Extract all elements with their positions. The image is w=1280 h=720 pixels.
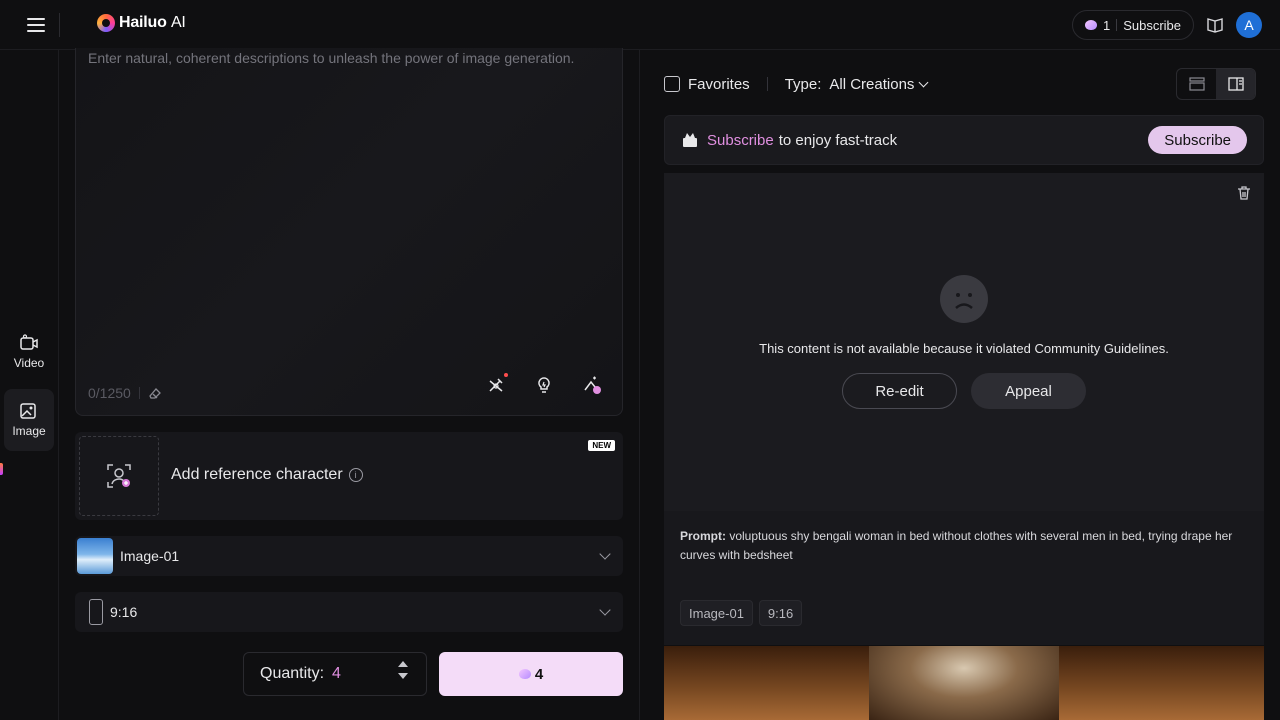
- chevron-down-icon: [599, 604, 611, 616]
- quantity-value: 4: [332, 665, 341, 682]
- model-thumbnail: [77, 538, 113, 574]
- info-icon[interactable]: i: [348, 468, 363, 482]
- portrait-ratio-icon: [89, 599, 103, 625]
- avatar[interactable]: A: [1236, 12, 1262, 38]
- book-icon[interactable]: [1202, 12, 1228, 38]
- model-select[interactable]: Image-01: [75, 536, 623, 576]
- prompt-content: voluptuous shy bengali woman in bed with…: [680, 529, 1233, 562]
- banner-text: to enjoy fast-track: [778, 131, 898, 149]
- prompt-placeholder: Enter natural, coherent descriptions to …: [88, 50, 575, 66]
- list-view-button[interactable]: [1177, 69, 1216, 99]
- generation-panel: Enter natural, coherent descriptions to …: [59, 48, 640, 720]
- chevron-down-icon: [918, 77, 929, 87]
- hamburger-menu-icon[interactable]: [26, 15, 46, 35]
- generate-button[interactable]: 4: [439, 652, 623, 696]
- image-style-icon[interactable]: [582, 375, 602, 395]
- top-bar: Hailuo AI 1 Subscribe A: [0, 0, 1280, 50]
- result-thumbnail[interactable]: [1059, 646, 1264, 720]
- prompt-display: Prompt: voluptuous shy bengali woman in …: [680, 527, 1248, 565]
- lightbulb-icon[interactable]: [534, 375, 554, 395]
- char-counter: 0/1250: [88, 385, 131, 401]
- nav-item-label: Image: [12, 424, 46, 438]
- view-toggle: [1176, 68, 1256, 100]
- appeal-button[interactable]: Appeal: [971, 373, 1086, 409]
- quantity-label: Quantity:: [260, 665, 325, 682]
- credits-subscribe-pill[interactable]: 1 Subscribe: [1071, 10, 1194, 40]
- ratio-label: 9:16: [110, 604, 138, 620]
- chevron-down-icon: [599, 548, 611, 560]
- list-view-icon: [1188, 77, 1205, 91]
- new-badge: NEW: [588, 440, 615, 451]
- results-panel: Favorites Type: All Creations Subscribe …: [641, 50, 1280, 720]
- logo-text: Hailuo AI: [119, 14, 186, 31]
- decrement-icon[interactable]: [398, 673, 408, 679]
- subscribe-button[interactable]: Subscribe: [1148, 126, 1247, 154]
- trash-icon[interactable]: [1236, 185, 1252, 201]
- type-value: All Creations: [829, 75, 915, 93]
- favorites-checkbox[interactable]: [664, 76, 680, 92]
- credit-gem-icon: [1084, 20, 1097, 30]
- logo-icon: [97, 14, 115, 32]
- credit-count: 1: [1102, 17, 1111, 33]
- favorites-label[interactable]: Favorites: [688, 76, 750, 93]
- divider: [59, 13, 60, 37]
- magic-wand-icon[interactable]: [486, 373, 508, 395]
- header-subscribe-label[interactable]: Subscribe: [1123, 18, 1181, 33]
- reference-character-card[interactable]: Add reference character i NEW: [75, 432, 623, 520]
- reference-upload-area[interactable]: [79, 436, 159, 516]
- active-indicator: [0, 463, 3, 475]
- result-thumbnail[interactable]: [664, 646, 869, 720]
- type-dropdown[interactable]: All Creations: [829, 75, 929, 93]
- nav-item-label: Video: [13, 356, 45, 370]
- quantity-stepper[interactable]: Quantity: 4: [243, 652, 427, 696]
- side-nav: Video Image: [0, 50, 59, 720]
- credit-gem-icon: [518, 669, 531, 679]
- subscribe-link[interactable]: Subscribe: [707, 132, 774, 149]
- app-logo[interactable]: Hailuo AI: [97, 14, 186, 32]
- aspect-ratio-select[interactable]: 9:16: [75, 592, 623, 632]
- subscribe-banner: Subscribe to enjoy fast-track Subscribe: [664, 115, 1264, 165]
- result-tags: Image-01 9:16: [680, 600, 803, 626]
- result-thumbnail[interactable]: [869, 646, 1059, 720]
- add-person-icon: [107, 464, 131, 488]
- result-card: This content is not available because it…: [664, 173, 1264, 645]
- image-icon: [20, 403, 36, 419]
- model-tag: Image-01: [680, 600, 753, 626]
- sad-face-icon: [940, 275, 988, 323]
- nav-item-video[interactable]: Video: [4, 321, 54, 383]
- detail-view-icon: [1227, 77, 1244, 91]
- filter-bar: Favorites Type: All Creations: [664, 68, 1256, 100]
- detail-view-button[interactable]: [1216, 69, 1255, 99]
- violation-message: This content is not available because it…: [759, 341, 1169, 356]
- reference-label: Add reference character: [171, 466, 343, 483]
- generate-cost: 4: [534, 665, 544, 683]
- type-label: Type:: [784, 75, 822, 93]
- prompt-textarea[interactable]: Enter natural, coherent descriptions to …: [75, 48, 623, 416]
- next-result-thumbnails[interactable]: [664, 646, 1264, 720]
- video-icon: [20, 334, 38, 350]
- ratio-tag: 9:16: [758, 600, 803, 626]
- gift-icon: [683, 133, 697, 147]
- model-label: Image-01: [120, 548, 180, 564]
- increment-icon[interactable]: [398, 661, 408, 667]
- reedit-button[interactable]: Re-edit: [842, 373, 957, 409]
- eraser-icon[interactable]: [148, 386, 162, 400]
- nav-item-image[interactable]: Image: [4, 389, 54, 451]
- prompt-label: Prompt:: [680, 529, 726, 543]
